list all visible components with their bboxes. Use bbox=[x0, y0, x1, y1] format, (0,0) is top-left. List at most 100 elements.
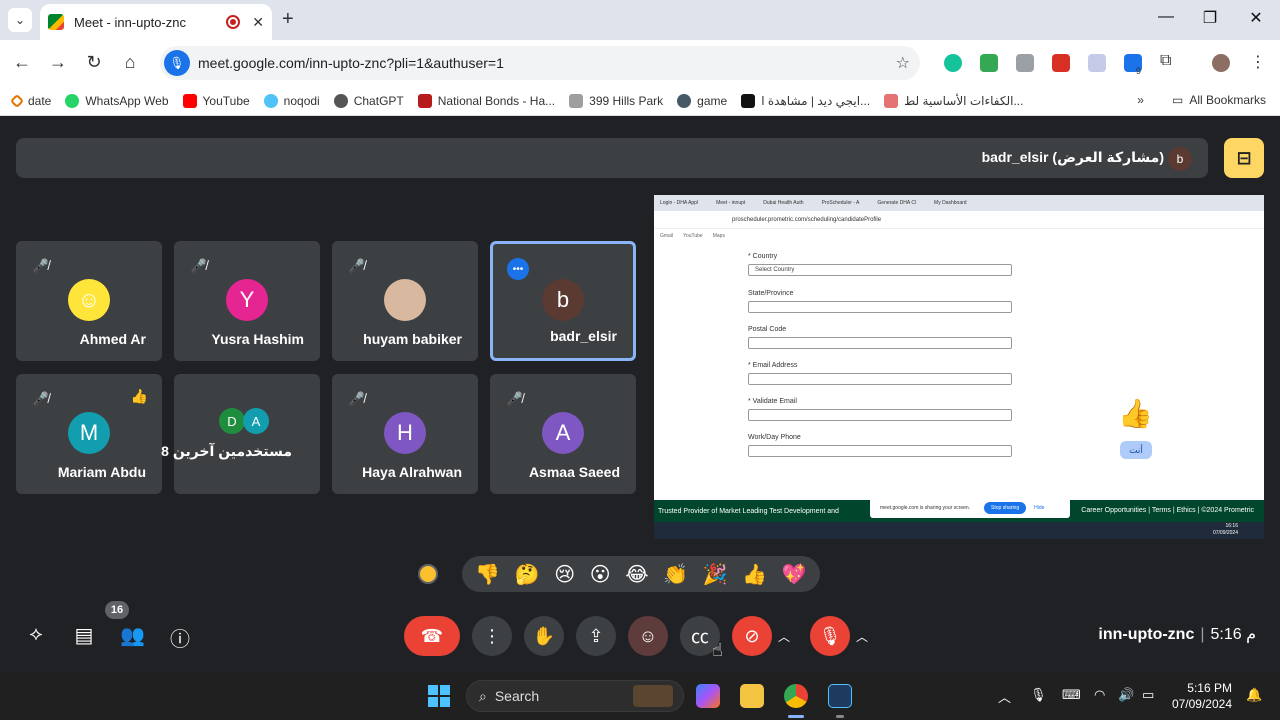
hide-link: Hide bbox=[1034, 505, 1045, 511]
copilot-icon[interactable] bbox=[696, 684, 720, 708]
laughing-emoji[interactable]: 😂 bbox=[625, 562, 648, 587]
windows-start-icon[interactable] bbox=[428, 685, 450, 707]
camera-extension-icon[interactable] bbox=[1016, 54, 1034, 72]
heart-emoji[interactable]: 💖 bbox=[782, 562, 807, 587]
clock-time: 5:16 PM bbox=[1187, 681, 1232, 695]
bookmark-star-icon[interactable]: ☆ bbox=[896, 53, 910, 73]
clapping-emoji[interactable]: 👏 bbox=[663, 562, 688, 587]
extensions-puzzle-icon[interactable]: ⧉ bbox=[1160, 52, 1178, 70]
validate-field bbox=[748, 409, 1012, 421]
bookmark-youtube[interactable]: YouTube bbox=[182, 93, 250, 108]
restore-icon[interactable]: ❐ bbox=[1198, 8, 1222, 28]
meet-favicon-icon bbox=[48, 14, 64, 30]
more-options-button[interactable]: ⋮ bbox=[472, 616, 512, 656]
volume-icon[interactable]: 🔊 bbox=[1118, 687, 1134, 703]
thumbs-up-emoji[interactable]: 👍 bbox=[742, 562, 767, 587]
others-tile[interactable]: D A 8 مستخدمين آخرين bbox=[161, 374, 320, 494]
mic-off-button[interactable]: 🎙 bbox=[810, 616, 850, 656]
grammarly-extension-icon[interactable] bbox=[944, 54, 962, 72]
participant-tile[interactable]: 🎤̸ huyam babiker bbox=[332, 241, 478, 361]
sad-emoji[interactable]: 😢 bbox=[554, 562, 575, 587]
chat-icon[interactable]: ▤ bbox=[72, 623, 96, 648]
participant-tile[interactable]: 🎤̸ ☺ Ahmed Ar bbox=[16, 241, 162, 361]
browser-menu-icon[interactable]: ⋮ bbox=[1250, 52, 1268, 71]
tray-mic-icon[interactable]: 🎙 bbox=[1030, 687, 1047, 703]
bookmark-noqodi[interactable]: noqodi bbox=[263, 93, 320, 108]
chrome-icon[interactable] bbox=[784, 684, 808, 708]
noqodi-icon bbox=[263, 93, 278, 108]
skin-tone-picker[interactable] bbox=[418, 564, 438, 584]
bookmark-chatgpt[interactable]: ChatGPT bbox=[333, 93, 404, 108]
profile-avatar[interactable] bbox=[1212, 54, 1230, 72]
participant-tile[interactable]: 🎤̸ 👍 M Mariam Abdu bbox=[16, 374, 162, 494]
shield-extension-icon[interactable] bbox=[980, 54, 998, 72]
taskbar-search[interactable]: ⌕ Search bbox=[466, 680, 684, 712]
close-window-icon[interactable]: ✕ bbox=[1244, 8, 1268, 28]
bookmark-game[interactable]: game bbox=[677, 93, 727, 108]
info-icon[interactable]: ⓘ bbox=[168, 623, 192, 652]
pdf-extension-icon[interactable] bbox=[1052, 54, 1070, 72]
tray-overflow-icon[interactable]: ︿ bbox=[998, 687, 1011, 706]
snipping-tool-icon[interactable] bbox=[828, 684, 852, 708]
participant-name: Mariam Abdu bbox=[57, 464, 146, 480]
raise-hand-button[interactable]: ✋ bbox=[524, 616, 564, 656]
camera-options-chevron[interactable]: ︿ bbox=[774, 616, 794, 656]
battery-icon[interactable]: ▭ bbox=[1142, 687, 1154, 703]
home-icon[interactable]: ⌂ bbox=[118, 52, 142, 73]
close-tab-icon[interactable]: ✕ bbox=[252, 14, 264, 31]
layout-toggle-button[interactable]: ⊟ bbox=[1224, 138, 1264, 178]
participant-tile[interactable]: 🎤̸ H Haya Alrahwan bbox=[332, 374, 478, 494]
reactions-button[interactable]: ☺ bbox=[628, 616, 668, 656]
shared-taskbar: 16:16 07/09/2024 bbox=[654, 522, 1264, 539]
leave-call-button[interactable]: ☎ bbox=[404, 616, 460, 656]
mic-off-icon: 🎤̸ bbox=[348, 258, 366, 273]
wifi-icon[interactable]: ◠ bbox=[1094, 687, 1105, 703]
shared-screen: Login - DHA Appl Meet - innupt Dubai Hea… bbox=[654, 195, 1264, 539]
camera-off-button[interactable]: ⊘ bbox=[732, 616, 772, 656]
browser-toolbar: ← → ↻ ⌂ 🎙 meet.google.com/inn-upto-znc?p… bbox=[0, 40, 1280, 86]
tab-search-button[interactable]: ⌄ bbox=[8, 8, 32, 32]
bookmark-whatsapp[interactable]: WhatsApp Web bbox=[65, 93, 169, 108]
back-icon[interactable]: ← bbox=[10, 52, 34, 73]
browser-tab-bar: ⌄ Meet - inn-upto-znc ✕ + — ❐ ✕ bbox=[0, 0, 1280, 40]
bookmark-date[interactable]: date bbox=[9, 93, 51, 108]
diamond-icon bbox=[9, 93, 25, 108]
sharing-notice: meet.google.com is sharing your screen. … bbox=[870, 498, 1070, 518]
search-icon: ⌕ bbox=[479, 687, 487, 704]
thumbs-down-emoji[interactable]: 👎 bbox=[475, 562, 500, 587]
app-running-indicator bbox=[836, 715, 844, 718]
taskbar-clock[interactable]: 5:16 PM 07/09/2024 bbox=[1172, 680, 1232, 712]
minimize-icon[interactable]: — bbox=[1154, 8, 1178, 26]
all-bookmarks-link[interactable]: All Bookmarks bbox=[1189, 93, 1266, 107]
mic-options-chevron[interactable]: ︿ bbox=[852, 616, 872, 656]
participant-tile[interactable]: 🎤̸ Y Yusra Hashim bbox=[174, 241, 320, 361]
present-screen-button[interactable]: ⇪ bbox=[576, 616, 616, 656]
participant-tile[interactable]: 🎤̸ A Asmaa Saeed bbox=[490, 374, 636, 494]
new-tab-button[interactable]: + bbox=[282, 8, 294, 31]
address-bar[interactable]: 🎙 meet.google.com/inn-upto-znc?pli=1&aut… bbox=[160, 46, 920, 80]
shared-tab: ProScheduler - A bbox=[821, 200, 860, 206]
privacy-extension-icon[interactable] bbox=[1088, 54, 1106, 72]
thinking-emoji[interactable]: 🤔 bbox=[515, 562, 540, 587]
bookmark-egydead[interactable]: ايجي ديد | مشاهدة ا... bbox=[741, 93, 870, 108]
shared-tab: Login - DHA Appl bbox=[660, 200, 699, 206]
file-explorer-icon[interactable] bbox=[740, 684, 764, 708]
people-icon[interactable]: 👥 bbox=[120, 623, 145, 648]
browser-tab-meet[interactable]: Meet - inn-upto-znc ✕ bbox=[40, 4, 272, 40]
participant-tile-active[interactable]: ••• b badr_elsir bbox=[490, 241, 636, 361]
party-emoji[interactable]: 🎉 bbox=[703, 562, 728, 587]
bookmark-hills-park[interactable]: 399 Hills Park bbox=[569, 93, 663, 108]
keyboard-icon[interactable]: ⌨ bbox=[1062, 687, 1081, 703]
notification-icon[interactable]: 🔔 bbox=[1246, 687, 1262, 703]
site-info-icon[interactable]: 🎙 bbox=[164, 50, 190, 76]
tab-title: Meet - inn-upto-znc bbox=[74, 14, 186, 30]
surprised-emoji[interactable]: 😮 bbox=[590, 562, 611, 587]
activities-icon[interactable]: ⟡ bbox=[24, 623, 48, 646]
bookmark-national-bonds[interactable]: National Bonds - Ha... bbox=[417, 93, 555, 108]
forward-icon[interactable]: → bbox=[46, 52, 70, 73]
more-bookmarks-icon[interactable]: » bbox=[1137, 93, 1144, 107]
bookmark-competencies[interactable]: الكفاءات الأساسية لط... bbox=[884, 93, 1023, 108]
shared-bookmark: Gmail bbox=[660, 233, 674, 239]
reload-icon[interactable]: ↻ bbox=[82, 52, 106, 73]
meeting-code: inn-upto-znc bbox=[1098, 626, 1195, 643]
